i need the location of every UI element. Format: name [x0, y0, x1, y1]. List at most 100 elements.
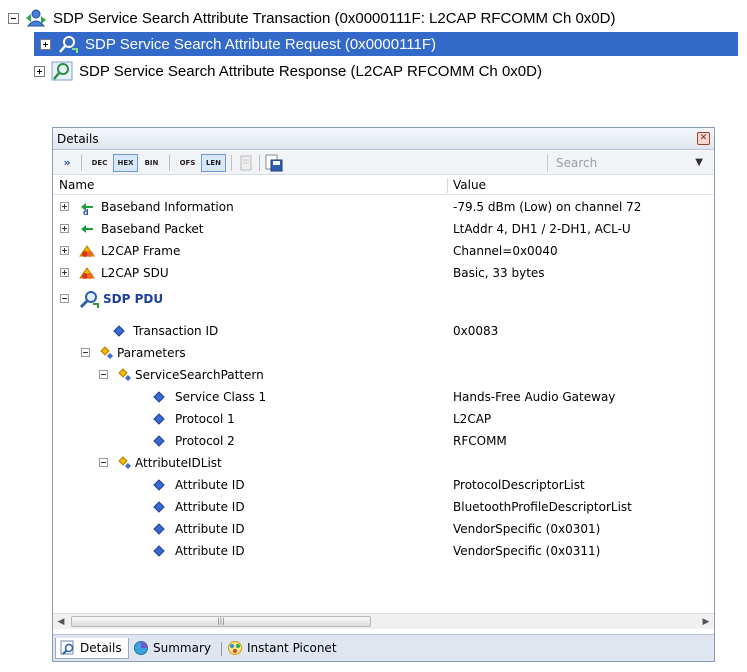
- toolbar-separator: [169, 155, 170, 171]
- collapse-toggle[interactable]: [99, 370, 108, 379]
- expand-toggle[interactable]: [34, 65, 45, 77]
- column-value-header[interactable]: Value: [453, 176, 486, 194]
- tree-row[interactable]: Attribute ID VendorSpecific (0x0311): [53, 540, 714, 562]
- tree-row[interactable]: Attribute ID ProtocolDescriptorList: [53, 474, 714, 496]
- tree-row-request[interactable]: SDP Service Search Attribute Request (0x…: [34, 32, 738, 56]
- parameters-icon: [118, 456, 131, 469]
- tab-details[interactable]: Details: [55, 638, 129, 659]
- row-value: VendorSpecific (0x0301): [453, 522, 601, 536]
- toolbar-separator: [259, 155, 260, 171]
- row-name: Protocol 1: [175, 412, 235, 426]
- field-diamond-icon: [153, 391, 165, 403]
- scroll-right-icon[interactable]: ▶: [698, 614, 714, 630]
- column-name-header[interactable]: Name: [59, 176, 94, 194]
- row-value: BluetoothProfileDescriptorList: [453, 500, 632, 514]
- row-name: Service Class 1: [175, 390, 267, 404]
- save-icon[interactable]: [265, 154, 283, 172]
- bin-button[interactable]: BIN: [139, 154, 164, 172]
- tree-row-sdp-pdu[interactable]: SDP PDU: [53, 286, 714, 312]
- len-button[interactable]: LEN: [201, 154, 226, 172]
- svg-text:d: d: [83, 208, 89, 215]
- transaction-tree: SDP Service Search Attribute Transaction…: [0, 0, 747, 90]
- sdp-search-icon: [79, 291, 99, 309]
- row-name: Baseband Packet: [101, 222, 204, 236]
- field-diamond-icon: [153, 479, 165, 491]
- baseband-info-icon: d: [81, 203, 93, 215]
- expand-toggle[interactable]: [60, 224, 69, 233]
- horizontal-scrollbar[interactable]: ◀ ||| ▶: [53, 613, 714, 629]
- tree-row[interactable]: L2CAP SDU Basic, 33 bytes: [53, 262, 714, 284]
- collapse-toggle[interactable]: [99, 458, 108, 467]
- row-value: Basic, 33 bytes: [453, 266, 545, 280]
- field-diamond-icon: [153, 545, 165, 557]
- row-name: Protocol 2: [175, 434, 235, 448]
- row-name: ServiceSearchPattern: [135, 368, 264, 382]
- l2cap-icon: [79, 245, 95, 257]
- panel-title: Details: [57, 132, 99, 146]
- field-diamond-icon: [153, 501, 165, 513]
- row-value: L2CAP: [453, 412, 492, 426]
- tree-row[interactable]: Transaction ID 0x0083: [53, 320, 714, 342]
- tree-row[interactable]: Attribute ID VendorSpecific (0x0301): [53, 518, 714, 540]
- row-name: Transaction ID: [133, 324, 219, 338]
- panel-title-bar: Details ✕: [53, 128, 714, 150]
- tree-row-transaction[interactable]: SDP Service Search Attribute Transaction…: [8, 6, 615, 30]
- expand-all-icon[interactable]: »: [59, 154, 75, 172]
- row-name: L2CAP Frame: [101, 244, 181, 258]
- tree-row[interactable]: L2CAP Frame Channel=0x0040: [53, 240, 714, 262]
- row-name: Baseband Information: [101, 200, 234, 214]
- close-icon[interactable]: ✕: [697, 132, 710, 145]
- tree-row-response[interactable]: SDP Service Search Attribute Response (L…: [34, 59, 542, 83]
- row-name: AttributeIDList: [135, 456, 222, 470]
- row-name: Attribute ID: [175, 478, 245, 492]
- tree-row-label: SDP Service Search Attribute Response (L…: [79, 62, 542, 80]
- tab-instant-piconet[interactable]: Instant Piconet: [223, 638, 343, 659]
- sdp-request-icon: [59, 36, 78, 53]
- tree-row[interactable]: Service Class 1 Hands-Free Audio Gateway: [53, 386, 714, 408]
- expand-toggle[interactable]: [60, 202, 69, 211]
- row-name: L2CAP SDU: [101, 266, 169, 280]
- collapse-toggle[interactable]: [8, 12, 19, 24]
- hex-button[interactable]: HEX: [113, 154, 138, 172]
- toolbar-separator: [81, 155, 82, 171]
- expand-toggle[interactable]: [60, 246, 69, 255]
- tree-row[interactable]: ServiceSearchPattern: [53, 364, 714, 386]
- transaction-icon: [26, 9, 46, 27]
- parameters-icon: [100, 346, 113, 359]
- ofs-button[interactable]: OFS: [175, 154, 200, 172]
- tree-row[interactable]: Attribute ID BluetoothProfileDescriptorL…: [53, 496, 714, 518]
- details-toolbar: » DEC HEX BIN OFS LEN Search ▼: [53, 151, 714, 175]
- scroll-left-icon[interactable]: ◀: [53, 614, 69, 630]
- tree-row[interactable]: d Baseband Information -79.5 dBm (Low) o…: [53, 196, 714, 218]
- search-input[interactable]: Search ▼: [547, 154, 707, 172]
- tab-label: Instant Piconet: [247, 641, 337, 655]
- tab-label: Summary: [153, 641, 211, 655]
- field-diamond-icon: [113, 325, 125, 337]
- column-header: Name Value: [53, 176, 714, 195]
- scroll-thumb[interactable]: |||: [71, 616, 371, 627]
- tab-summary[interactable]: Summary: [129, 638, 217, 659]
- row-value: Channel=0x0040: [453, 244, 558, 258]
- row-name: Attribute ID: [175, 544, 245, 558]
- expand-toggle[interactable]: [60, 268, 69, 277]
- tree-row[interactable]: AttributeIDList: [53, 452, 714, 474]
- copy-icon[interactable]: [239, 155, 253, 171]
- tree-row[interactable]: Parameters: [53, 342, 714, 364]
- tab-label: Details: [80, 641, 122, 655]
- row-value: 0x0083: [453, 324, 499, 338]
- parameters-icon: [118, 368, 131, 381]
- row-name: Attribute ID: [175, 500, 245, 514]
- collapse-toggle[interactable]: [81, 348, 90, 357]
- dec-button[interactable]: DEC: [87, 154, 112, 172]
- column-divider[interactable]: [447, 178, 448, 193]
- summary-tab-icon: [134, 641, 148, 655]
- details-tab-icon: [60, 640, 74, 655]
- tree-row[interactable]: Protocol 2 RFCOMM: [53, 430, 714, 452]
- chevron-down-icon[interactable]: ▼: [695, 154, 703, 172]
- tree-row[interactable]: Baseband Packet LtAddr 4, DH1 / 2-DH1, A…: [53, 218, 714, 240]
- collapse-toggle[interactable]: [60, 294, 69, 303]
- tree-row[interactable]: Protocol 1 L2CAP: [53, 408, 714, 430]
- expand-toggle[interactable]: [40, 38, 51, 50]
- bottom-tab-bar: Details Summary Instant Piconet: [53, 634, 714, 661]
- row-value: RFCOMM: [453, 434, 507, 448]
